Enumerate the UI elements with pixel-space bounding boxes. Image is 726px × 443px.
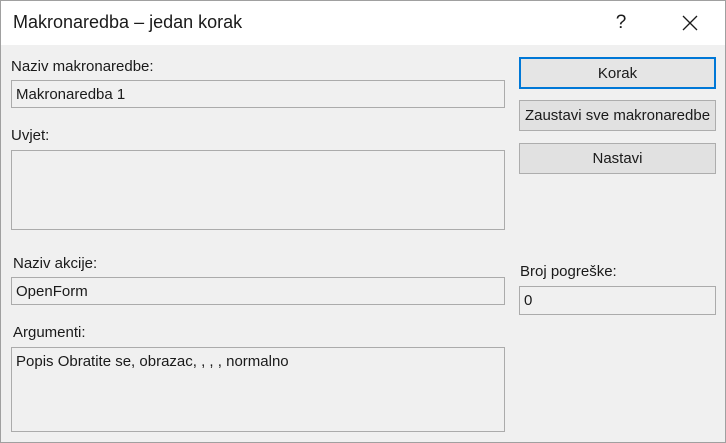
error-number-label: Broj pogreške: bbox=[520, 263, 617, 280]
help-button[interactable]: ? bbox=[598, 1, 644, 45]
continue-button[interactable]: Nastavi bbox=[519, 143, 716, 174]
condition-label: Uvjet: bbox=[11, 127, 50, 144]
macro-name-label: Naziv makronaredbe: bbox=[11, 58, 154, 75]
stop-all-macros-button[interactable]: Zaustavi sve makronaredbe bbox=[519, 100, 716, 131]
step-button[interactable]: Korak bbox=[519, 57, 716, 89]
action-name-label: Naziv akcije: bbox=[13, 255, 98, 272]
action-name-field: OpenForm bbox=[11, 277, 505, 305]
condition-field bbox=[11, 150, 505, 230]
macro-single-step-dialog: Makronaredba – jedan korak ? Naziv makro… bbox=[0, 0, 726, 443]
macro-name-field: Makronaredba 1 bbox=[11, 80, 505, 108]
arguments-field: Popis Obratite se, obrazac, , , , normal… bbox=[11, 347, 505, 432]
error-number-field: 0 bbox=[519, 286, 716, 315]
title-bar: Makronaredba – jedan korak ? bbox=[1, 1, 725, 45]
dialog-title: Makronaredba – jedan korak bbox=[13, 12, 243, 32]
arguments-label: Argumenti: bbox=[13, 324, 86, 341]
close-icon bbox=[682, 15, 698, 31]
close-button[interactable] bbox=[667, 1, 713, 45]
